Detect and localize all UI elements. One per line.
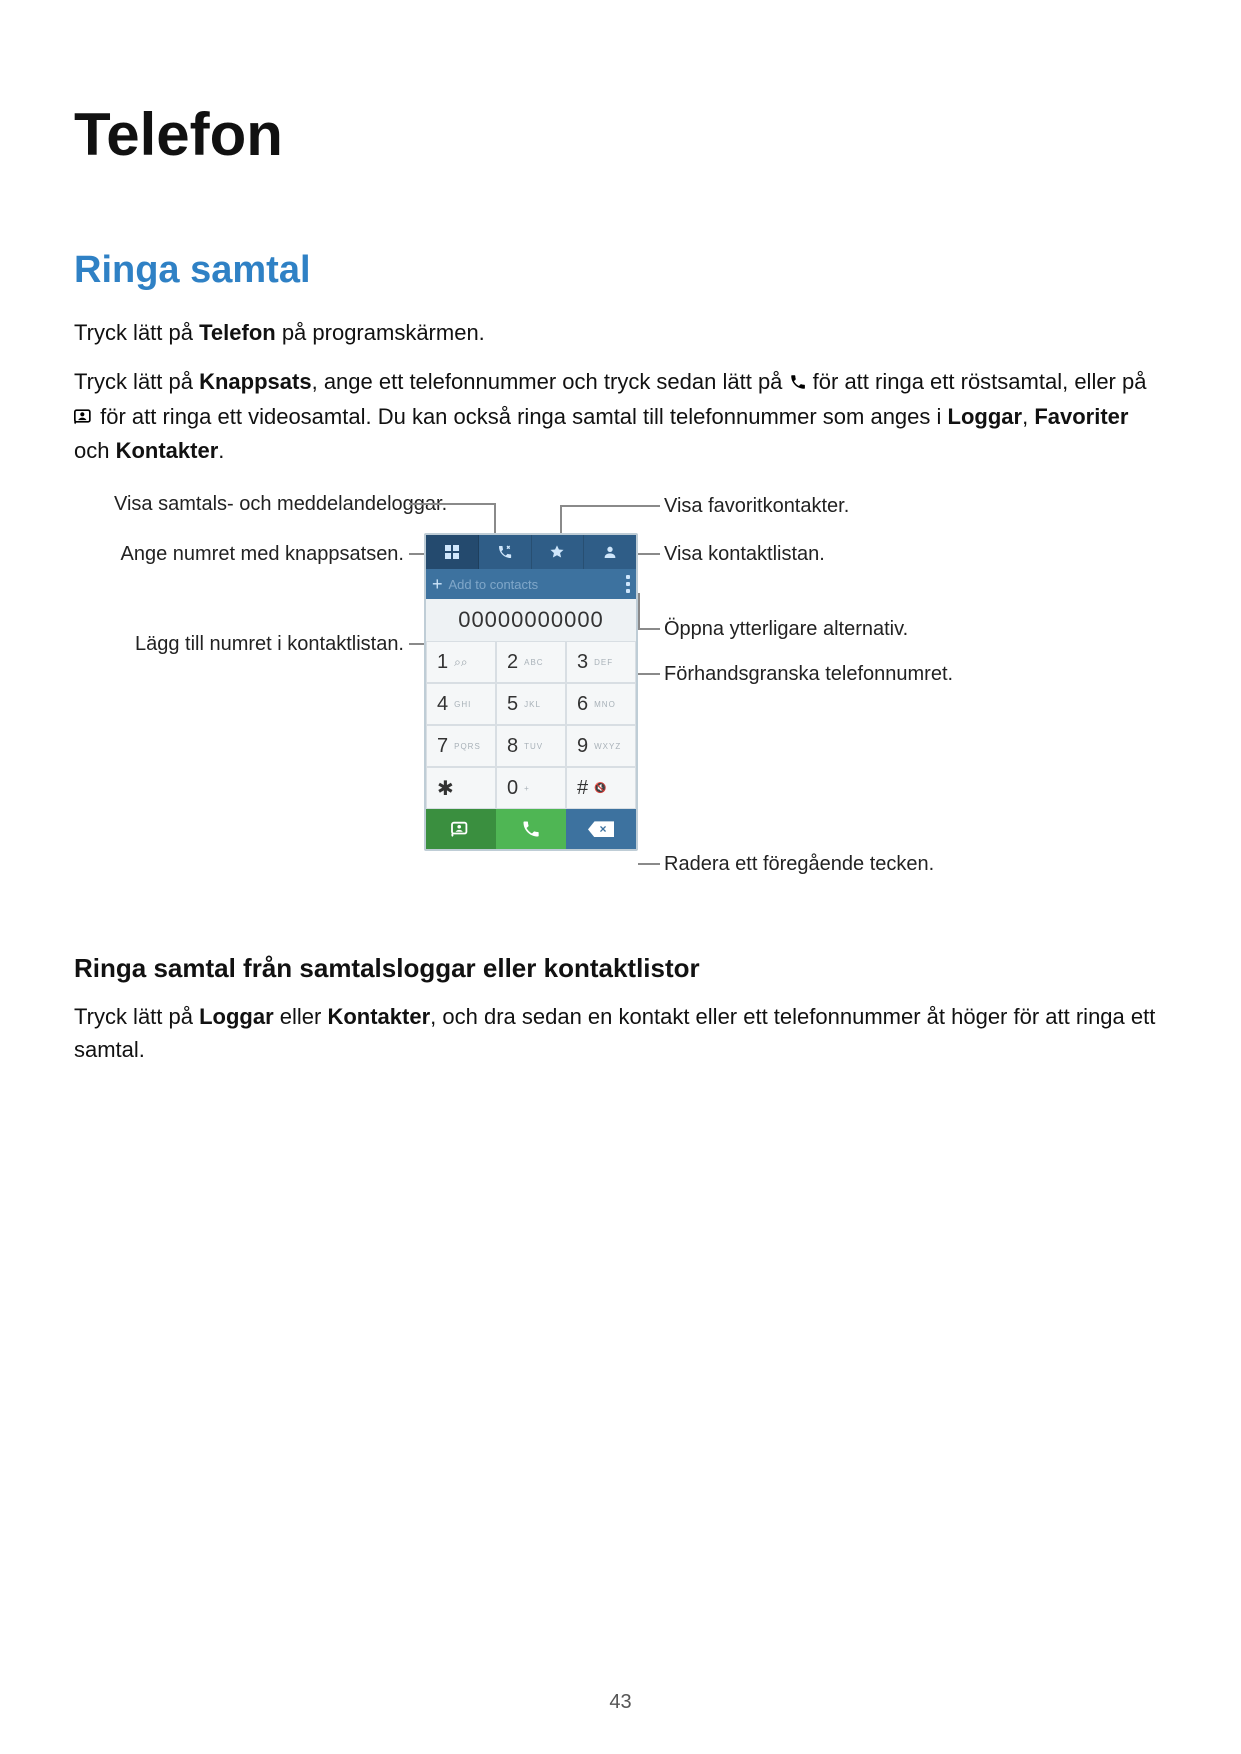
video-call-icon [74, 401, 94, 434]
key-digit: ✱ [437, 776, 454, 801]
callout-preview: Förhandsgranska telefonnumret. [664, 663, 953, 686]
key-digit: 5 [507, 693, 518, 716]
voice-call-button[interactable] [496, 809, 566, 849]
mute-icon: 🔇 [594, 783, 607, 794]
bold-favoriter: Favoriter [1034, 404, 1128, 429]
key-digit: 7 [437, 735, 448, 758]
text: Tryck lätt på [74, 369, 199, 394]
key-letters: TUV [524, 742, 543, 751]
page-title: Telefon [74, 100, 1167, 169]
key-digit: 9 [577, 735, 588, 758]
key-digit: 3 [577, 651, 588, 674]
page-number: 43 [0, 1691, 1241, 1714]
text: eller [274, 1004, 328, 1029]
tab-bar [426, 535, 636, 569]
key-0[interactable]: 0+ [496, 767, 566, 809]
key-digit: 4 [437, 693, 448, 716]
bold-loggar-2: Loggar [199, 1004, 274, 1029]
keypad-icon [444, 544, 460, 560]
key-4[interactable]: 4 GHI [426, 683, 496, 725]
key-digit: 6 [577, 693, 588, 716]
subsection-body: Tryck lätt på Loggar eller Kontakter, oc… [74, 1000, 1167, 1066]
callout-menu: Öppna ytterligare alternativ. [664, 618, 908, 641]
key-8[interactable]: 8 TUV [496, 725, 566, 767]
key-6[interactable]: 6 MNO [566, 683, 636, 725]
backspace-icon [588, 821, 614, 837]
dialer-figure: Visa samtals- och meddelandeloggar. Ange… [74, 483, 1167, 903]
bold-kontakter-2: Kontakter [327, 1004, 430, 1029]
tab-favorites[interactable] [532, 535, 585, 569]
callout-logs: Visa samtals- och meddelandeloggar. [114, 493, 404, 516]
text: , [1022, 404, 1034, 429]
logs-icon [497, 544, 513, 560]
callout-backspace: Radera ett föregående tecken. [664, 853, 934, 876]
callout-keypad: Ange numret med knappsatsen. [94, 543, 404, 566]
overflow-menu-icon[interactable] [626, 575, 630, 593]
text: för att ringa ett videosamtal. Du kan oc… [100, 404, 947, 429]
key-star[interactable]: ✱ [426, 767, 496, 809]
key-digit: 2 [507, 651, 518, 674]
intro-paragraph-1: Tryck lätt på Telefon på programskärmen. [74, 316, 1167, 349]
key-letters: DEF [594, 658, 613, 667]
phone-icon [789, 367, 807, 400]
action-row [426, 809, 636, 849]
text: på programskärmen. [276, 320, 485, 345]
section-heading: Ringa samtal [74, 249, 1167, 292]
key-7[interactable]: 7 PQRS [426, 725, 496, 767]
key-letters: WXYZ [594, 742, 621, 751]
key-letters: PQRS [454, 742, 481, 751]
text: för att ringa ett röstsamtal, eller på [813, 369, 1147, 394]
key-digit: 0 [507, 777, 518, 800]
video-call-icon [450, 820, 472, 838]
key-letters: MNO [594, 700, 616, 709]
bold-knappsats: Knappsats [199, 369, 311, 394]
key-letters: GHI [454, 700, 471, 709]
phone-icon [521, 819, 541, 839]
text: och [74, 438, 116, 463]
callout-favorites: Visa favoritkontakter. [664, 495, 849, 518]
bold-kontakter: Kontakter [116, 438, 219, 463]
tab-logs[interactable] [479, 535, 532, 569]
key-letters: + [524, 784, 530, 793]
tab-keypad[interactable] [426, 535, 479, 569]
key-3[interactable]: 3 DEF [566, 641, 636, 683]
key-letters: ABC [524, 658, 543, 667]
callout-add-contact: Lägg till numret i kontaktlistan. [94, 633, 404, 656]
add-to-contacts-label: Add to contacts [449, 577, 539, 592]
number-display: 00000000000 [426, 599, 636, 641]
subsection-heading: Ringa samtal från samtalsloggar eller ko… [74, 953, 1167, 984]
bold-loggar: Loggar [948, 404, 1023, 429]
star-icon [549, 544, 565, 560]
plus-icon: + [432, 574, 443, 595]
text: Tryck lätt på [74, 1004, 199, 1029]
text: Tryck lätt på [74, 320, 199, 345]
keypad: 1⌕⌕ 2ABC 3DEF 4GHI 5JKL 6MNO 7PQRS 8TUV … [426, 641, 636, 809]
key-2[interactable]: 2 ABC [496, 641, 566, 683]
add-to-contacts-row[interactable]: + Add to contacts [426, 569, 636, 599]
bold-telefon: Telefon [199, 320, 276, 345]
key-digit: 1 [437, 651, 448, 674]
key-digit: 8 [507, 735, 518, 758]
intro-paragraph-2: Tryck lätt på Knappsats, ange ett telefo… [74, 365, 1167, 467]
key-digit: # [577, 777, 588, 800]
key-hash[interactable]: #🔇 [566, 767, 636, 809]
key-9[interactable]: 9 WXYZ [566, 725, 636, 767]
callout-contacts: Visa kontaktlistan. [664, 543, 825, 566]
backspace-button[interactable] [566, 809, 636, 849]
video-call-button[interactable] [426, 809, 496, 849]
dialer-screenshot: + Add to contacts 00000000000 1 ⌕⌕ 2 ABC 3… [424, 533, 638, 851]
key-letters: JKL [524, 700, 541, 709]
tab-contacts[interactable] [584, 535, 636, 569]
key-1[interactable]: 1 ⌕⌕ [426, 641, 496, 683]
text: , ange ett telefonnummer och tryck sedan… [312, 369, 789, 394]
voicemail-icon: ⌕⌕ [454, 655, 467, 670]
key-5[interactable]: 5 JKL [496, 683, 566, 725]
contact-icon [602, 544, 618, 560]
text: . [218, 438, 224, 463]
